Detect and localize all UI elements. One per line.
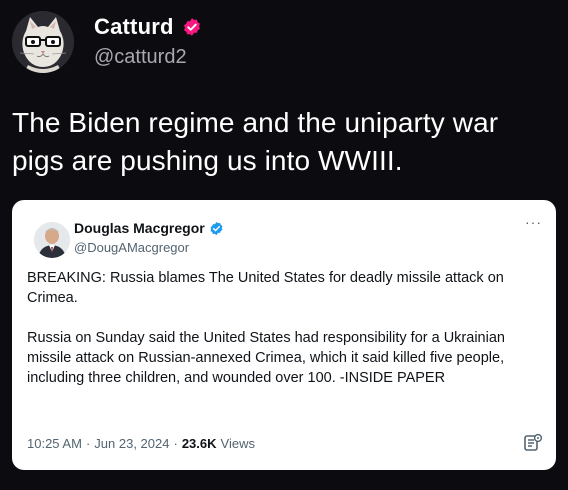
verified-badge-icon [182, 17, 202, 37]
more-options-icon[interactable]: ··· [525, 214, 542, 230]
grok-icon[interactable] [522, 432, 544, 454]
author-name[interactable]: Catturd [94, 14, 174, 40]
tweet-date[interactable]: Jun 23, 2024 [94, 436, 169, 451]
views-label: Views [220, 436, 255, 451]
views-count: 23.6K [181, 436, 217, 451]
tweet-meta: 10:25 AM · Jun 23, 2024 · 23.6K Views [27, 436, 255, 451]
meta-separator: · [85, 436, 91, 451]
man-avatar-icon[interactable] [34, 222, 70, 258]
verified-badge-icon [209, 221, 224, 236]
tweet-time[interactable]: 10:25 AM [27, 436, 82, 451]
quoted-paragraph: BREAKING: Russia blames The United State… [27, 270, 504, 306]
author-handle[interactable]: @catturd2 [94, 46, 187, 69]
author-name-row: Catturd [94, 14, 202, 40]
post-header: Catturd @catturd2 [0, 0, 568, 90]
quoted-author-handle[interactable]: @DougAMacgregor [74, 240, 189, 255]
quoted-author-name[interactable]: Douglas Macgregor [74, 220, 205, 236]
cat-avatar-icon[interactable] [12, 11, 74, 73]
meta-separator: · [173, 436, 178, 451]
quoted-tweet-card[interactable]: Douglas Macgregor @DougAMacgregor ··· BR… [12, 200, 556, 470]
quoted-tweet-body: BREAKING: Russia blames The United State… [27, 268, 537, 408]
quoted-paragraph: Russia on Sunday said the United States … [27, 330, 505, 386]
post-text: The Biden regime and the uniparty war pi… [12, 107, 499, 176]
quoted-author-name-row: Douglas Macgregor [74, 220, 224, 236]
